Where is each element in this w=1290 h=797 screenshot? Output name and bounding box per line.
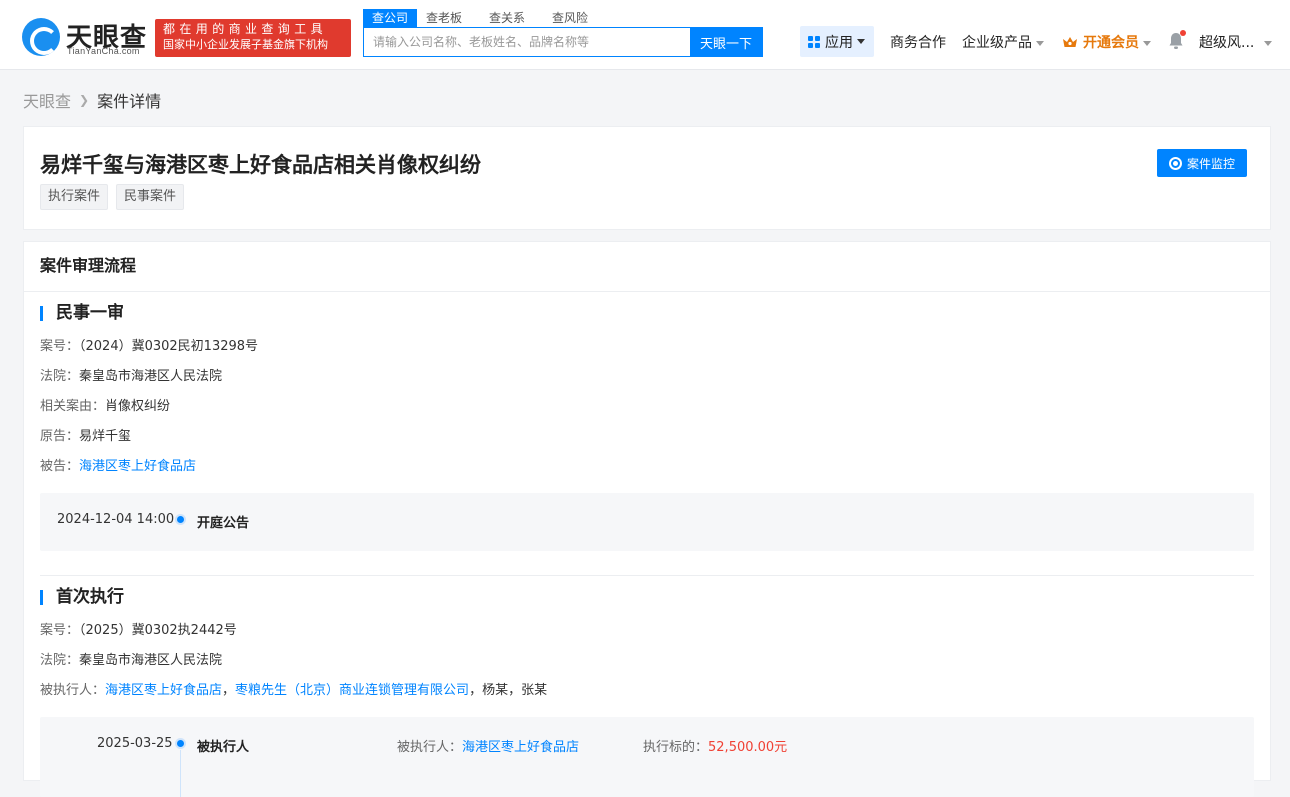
- timeline-date: 2024-12-04 14:00: [57, 512, 175, 527]
- field-plaintiff: 原告：易烊千玺: [40, 422, 1254, 452]
- breadcrumb-current: 案件详情: [97, 92, 162, 111]
- search-input[interactable]: [364, 28, 690, 56]
- notification-dot: [1180, 30, 1186, 36]
- field-court: 法院：秦皇岛市海港区人民法院: [40, 646, 1254, 676]
- top-header: 天眼查 TianYanCha.com 都在用的商业查询工具 国家中小企业发展子基…: [0, 0, 1290, 70]
- field-label: 被告：: [40, 459, 80, 474]
- field-label: 被执行人：: [40, 683, 106, 698]
- stage-title: 民事一审: [40, 302, 1254, 324]
- search-box: 天眼一下: [363, 27, 763, 57]
- search-tab-company[interactable]: 查公司: [363, 9, 418, 27]
- timeline-line: [180, 750, 181, 797]
- logo-subtext: TianYanCha.com: [67, 46, 140, 56]
- field-value: 易烊千玺: [79, 429, 132, 444]
- timeline-executed-person: 被执行人：海港区枣上好食品店: [397, 736, 579, 755]
- nav-vip[interactable]: 开通会员: [1062, 32, 1151, 52]
- timeline-execution-amount: 执行标的：52,500.00元: [643, 736, 787, 755]
- field-value: （2025）冀0302执2442号: [79, 623, 237, 638]
- field-case-number: 案号：（2024）冀0302民初13298号: [40, 332, 1254, 362]
- stage-first-execution: 首次执行 案号：（2025）冀0302执2442号 法院：秦皇岛市海港区人民法院…: [40, 586, 1254, 797]
- timeline-box: 2025-03-25 被执行人 被执行人：海港区枣上好食品店 执行标的：52,5…: [40, 717, 1254, 797]
- defendant-link[interactable]: 海港区枣上好食品店: [79, 459, 196, 474]
- search-tab-boss[interactable]: 查老板: [417, 9, 471, 27]
- slogan-line-2: 国家中小企业发展子基金旗下机构: [163, 38, 328, 51]
- field-label: 案号：: [40, 623, 80, 638]
- timeline-box: 2024-12-04 14:00 开庭公告: [40, 493, 1254, 551]
- search-button[interactable]: 天眼一下: [690, 28, 762, 56]
- executed-person-link-2[interactable]: 枣粮先生（北京）商业连锁管理有限公司: [235, 683, 469, 698]
- separator: ，: [222, 683, 236, 698]
- page-title: 易烊千玺与海港区枣上好食品店相关肖像权纠纷: [40, 153, 481, 177]
- timeline-event-type[interactable]: 被执行人: [197, 736, 249, 755]
- kv-label: 被执行人：: [397, 740, 463, 755]
- flow-header: 案件审理流程: [24, 242, 1270, 292]
- chevron-down-icon: [1143, 40, 1151, 46]
- case-flow-card: 案件审理流程 民事一审 案号：（2024）冀0302民初13298号 法院：秦皇…: [23, 241, 1271, 797]
- executed-person-others: ，杨某，张某: [469, 683, 548, 698]
- nav-enterprise-products[interactable]: 企业级产品: [962, 32, 1044, 52]
- field-cause: 相关案由：肖像权纠纷: [40, 392, 1254, 422]
- timeline-event-type[interactable]: 开庭公告: [197, 512, 249, 531]
- crown-icon: [1063, 37, 1077, 47]
- field-label: 法院：: [40, 653, 80, 668]
- nav-apps-button[interactable]: 应用: [800, 26, 874, 57]
- stage-divider: [40, 575, 1254, 576]
- nav-business[interactable]: 商务合作: [890, 32, 946, 52]
- nav-user-label: 超级风...: [1199, 35, 1255, 51]
- field-value: 秦皇岛市海港区人民法院: [79, 369, 223, 384]
- search-tabs: 查公司 查老板 查关系 查风险: [363, 9, 606, 27]
- notification-bell[interactable]: [1168, 30, 1186, 50]
- kv-label: 执行标的：: [643, 740, 709, 755]
- chevron-down-icon: [1036, 40, 1044, 46]
- field-value: 秦皇岛市海港区人民法院: [79, 653, 223, 668]
- tag-civil-case: 民事案件: [116, 184, 185, 210]
- chevron-down-icon: [1264, 40, 1273, 46]
- executed-person-link-1[interactable]: 海港区枣上好食品店: [105, 683, 222, 698]
- timeline-dot: [177, 740, 184, 747]
- field-label: 法院：: [40, 369, 80, 384]
- logo-icon: [22, 18, 60, 56]
- nav-vip-label: 开通会员: [1083, 35, 1139, 51]
- nav-user-menu[interactable]: 超级风...: [1199, 32, 1273, 52]
- case-title-card: 易烊千玺与海港区枣上好食品店相关肖像权纠纷 执行案件 民事案件 案件监控: [23, 126, 1271, 230]
- field-value: 肖像权纠纷: [105, 399, 171, 414]
- nav-enterprise-label: 企业级产品: [962, 35, 1032, 51]
- field-label: 原告：: [40, 429, 80, 444]
- case-monitor-button[interactable]: 案件监控: [1157, 149, 1247, 177]
- apps-grid-icon: [808, 35, 820, 48]
- logo[interactable]: 天眼查 TianYanCha.com: [22, 18, 150, 58]
- breadcrumb-home[interactable]: 天眼查: [23, 88, 71, 112]
- executed-person-link[interactable]: 海港区枣上好食品店: [462, 740, 579, 755]
- stage-civil-first-instance: 民事一审 案号：（2024）冀0302民初13298号 法院：秦皇岛市海港区人民…: [40, 302, 1254, 551]
- timeline-dot: [177, 516, 184, 523]
- search-tab-risk[interactable]: 查风险: [543, 9, 597, 27]
- field-defendant: 被告：海港区枣上好食品店: [40, 452, 1254, 482]
- field-court: 法院：秦皇岛市海港区人民法院: [40, 362, 1254, 392]
- stage-title: 首次执行: [40, 586, 1254, 608]
- execution-amount-value: 52,500.00元: [708, 740, 788, 755]
- slogan-banner: 都在用的商业查询工具 国家中小企业发展子基金旗下机构: [155, 19, 351, 57]
- slogan-line-1: 都在用的商业查询工具: [163, 22, 328, 36]
- case-tags: 执行案件 民事案件: [40, 184, 192, 210]
- case-monitor-label: 案件监控: [1186, 156, 1235, 171]
- field-executed-persons: 被执行人：海港区枣上好食品店，枣粮先生（北京）商业连锁管理有限公司，杨某，张某: [40, 676, 1254, 706]
- field-case-number: 案号：（2025）冀0302执2442号: [40, 616, 1254, 646]
- timeline-date: 2025-03-25: [97, 736, 173, 751]
- field-label: 案号：: [40, 339, 80, 354]
- search-tab-relation[interactable]: 查关系: [480, 9, 534, 27]
- nav-apps-label: 应用: [825, 34, 853, 51]
- tag-execution-case: 执行案件: [40, 184, 109, 210]
- field-label: 相关案由：: [40, 399, 106, 414]
- monitor-icon: [1168, 156, 1182, 170]
- breadcrumb: 天眼查 ❯ 案件详情: [23, 88, 161, 112]
- chevron-right-icon: ❯: [79, 93, 90, 107]
- chevron-down-icon: [857, 39, 865, 44]
- field-value: （2024）冀0302民初13298号: [79, 339, 259, 354]
